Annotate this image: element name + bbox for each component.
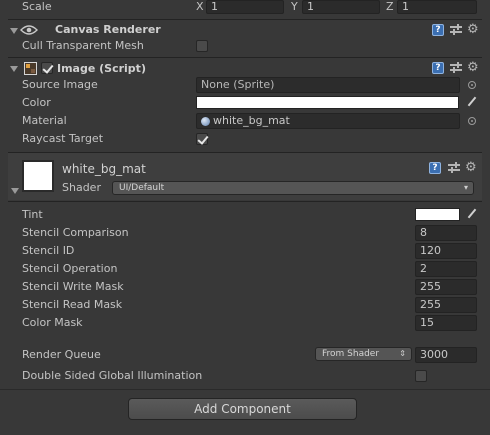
- chevron-down-icon: ▾: [463, 183, 468, 192]
- stencil-comparison-label: Stencil Comparison: [22, 226, 129, 239]
- image-component-icon: [24, 62, 37, 75]
- preset-icon[interactable]: [450, 24, 462, 36]
- cull-transparent-checkbox[interactable]: [196, 40, 208, 52]
- gear-icon[interactable]: ⚙: [465, 161, 477, 174]
- foldout-arrow-icon[interactable]: [10, 66, 18, 72]
- raycast-target-label: Raycast Target: [22, 132, 104, 145]
- add-component-label: Add Component: [194, 402, 291, 416]
- divider: [8, 57, 482, 58]
- raycast-target-checkbox[interactable]: [196, 133, 208, 145]
- scale-y-label[interactable]: Y: [291, 0, 298, 14]
- material-panel-header: white_bg_mat Shader UI/Default ▾ ? ⚙: [8, 153, 482, 200]
- material-field[interactable]: white_bg_mat: [196, 113, 460, 129]
- add-component-button[interactable]: Add Component: [128, 398, 357, 420]
- foldout-arrow-icon[interactable]: [10, 28, 18, 34]
- object-picker-icon[interactable]: [468, 117, 476, 125]
- material-sphere-icon: [201, 117, 210, 126]
- stencil-id-label: Stencil ID: [22, 244, 75, 257]
- cull-transparent-label: Cull Transparent Mesh: [22, 39, 144, 52]
- render-queue-dropdown-value: From Shader: [322, 349, 380, 359]
- render-queue-field[interactable]: 3000: [415, 347, 477, 363]
- color-mask-label: Color Mask: [22, 316, 83, 329]
- render-queue-label: Render Queue: [22, 348, 101, 361]
- stencil-write-mask-field[interactable]: 255: [415, 279, 477, 295]
- stencil-comparison-field[interactable]: 8: [415, 225, 477, 241]
- image-enabled-checkbox[interactable]: [41, 62, 53, 74]
- image-script-header[interactable]: Image (Script) ? ⚙: [0, 59, 490, 79]
- object-picker-icon[interactable]: [468, 81, 476, 89]
- material-name: white_bg_mat: [62, 162, 146, 176]
- preset-icon[interactable]: [450, 62, 462, 74]
- stencil-read-mask-field[interactable]: 255: [415, 297, 477, 313]
- shader-dropdown-value: UI/Default: [119, 183, 165, 193]
- eye-icon: [20, 25, 38, 35]
- help-icon[interactable]: ?: [432, 24, 444, 36]
- scale-z-field[interactable]: 1: [397, 0, 477, 14]
- eyedropper-icon[interactable]: [467, 96, 477, 107]
- double-sided-gi-label: Double Sided Global Illumination: [22, 369, 203, 382]
- color-swatch[interactable]: [196, 96, 459, 109]
- source-image-label: Source Image: [22, 78, 98, 91]
- color-mask-field[interactable]: 15: [415, 315, 477, 331]
- preset-icon[interactable]: [448, 162, 460, 174]
- color-label: Color: [22, 96, 51, 109]
- render-queue-dropdown[interactable]: From Shader ⇕: [315, 347, 412, 361]
- shader-label: Shader: [62, 181, 101, 194]
- scale-label: Scale: [22, 0, 52, 13]
- scale-y-field[interactable]: 1: [302, 0, 380, 14]
- stencil-operation-label: Stencil Operation: [22, 262, 118, 275]
- scale-x-label[interactable]: X: [196, 0, 204, 14]
- material-label: Material: [22, 114, 67, 127]
- scale-row: Scale X 1 Y 1 Z 1: [0, 0, 490, 16]
- stencil-operation-field[interactable]: 2: [415, 261, 477, 277]
- double-sided-gi-checkbox[interactable]: [415, 370, 427, 382]
- tint-color-swatch[interactable]: [415, 208, 460, 221]
- gear-icon[interactable]: ⚙: [467, 23, 479, 36]
- scale-x-field[interactable]: 1: [206, 0, 284, 14]
- canvas-renderer-title: Canvas Renderer: [55, 23, 161, 36]
- canvas-renderer-header[interactable]: Canvas Renderer ? ⚙: [0, 20, 490, 40]
- material-field-value: white_bg_mat: [213, 114, 290, 127]
- image-script-title: Image (Script): [57, 62, 146, 75]
- shader-dropdown[interactable]: UI/Default ▾: [112, 181, 474, 195]
- tint-label: Tint: [22, 208, 43, 221]
- divider: [0, 389, 490, 390]
- foldout-arrow-icon[interactable]: [11, 188, 19, 194]
- stencil-read-mask-label: Stencil Read Mask: [22, 298, 123, 311]
- chevron-updown-icon: ⇕: [399, 349, 406, 358]
- stencil-write-mask-label: Stencil Write Mask: [22, 280, 124, 293]
- scale-z-label[interactable]: Z: [386, 0, 394, 14]
- stencil-id-field[interactable]: 120: [415, 243, 477, 259]
- help-icon[interactable]: ?: [432, 62, 444, 74]
- material-preview-thumbnail: [22, 160, 54, 192]
- gear-icon[interactable]: ⚙: [467, 61, 479, 74]
- divider: [8, 201, 482, 202]
- help-icon[interactable]: ?: [429, 162, 441, 174]
- eyedropper-icon[interactable]: [467, 208, 477, 219]
- source-image-field[interactable]: None (Sprite): [196, 77, 460, 93]
